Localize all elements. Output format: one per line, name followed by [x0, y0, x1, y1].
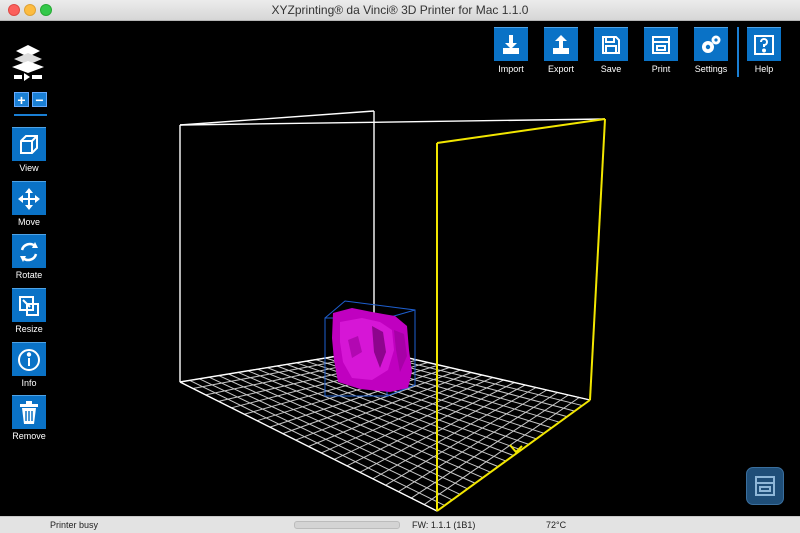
xyzprinting-logo	[12, 45, 44, 81]
view-tool-label: View	[19, 163, 39, 173]
title-bar: XYZprinting® da Vinci® 3D Printer for Ma…	[0, 0, 800, 21]
print-job-button[interactable]	[746, 467, 784, 505]
resize-tool-label: Resize	[15, 324, 43, 334]
info-tool[interactable]: Info	[12, 342, 46, 388]
resize-icon	[12, 288, 46, 322]
info-icon	[12, 342, 46, 376]
import-label: Import	[498, 64, 524, 74]
import-icon	[494, 27, 528, 61]
print-progress-bar	[294, 521, 400, 529]
3d-model[interactable]	[332, 308, 412, 392]
rotate-tool[interactable]: Rotate	[12, 234, 46, 280]
save-button[interactable]: Save	[593, 27, 629, 74]
app-window: XYZprinting® da Vinci® 3D Printer for Ma…	[0, 0, 800, 533]
trash-icon	[12, 395, 46, 429]
remove-tool-label: Remove	[12, 431, 46, 441]
print-button[interactable]: Print	[643, 27, 679, 74]
info-tool-label: Info	[21, 378, 37, 388]
help-icon	[747, 27, 781, 61]
remove-tool[interactable]: Remove	[12, 395, 46, 441]
rotate-icon	[12, 234, 46, 268]
move-tool[interactable]: Move	[12, 181, 46, 227]
settings-button[interactable]: Settings	[693, 27, 729, 74]
export-icon	[544, 27, 578, 61]
3d-viewport[interactable]: + − View Move Rotate Resize Info Remove …	[0, 21, 800, 516]
view-cube-icon	[12, 127, 46, 161]
print-label: Print	[651, 64, 671, 74]
printer-icon	[755, 476, 775, 496]
window-title: XYZprinting® da Vinci® 3D Printer for Ma…	[271, 3, 529, 17]
resize-tool[interactable]: Resize	[12, 288, 46, 334]
export-label: Export	[547, 64, 574, 74]
zoom-out-button[interactable]: −	[32, 92, 47, 107]
build-scene	[179, 110, 606, 512]
import-button[interactable]: Import	[493, 27, 529, 74]
help-button[interactable]: Help	[746, 27, 782, 74]
toolbar-divider	[737, 27, 739, 77]
gear-icon	[694, 27, 728, 61]
save-icon	[594, 27, 628, 61]
help-label: Help	[754, 64, 774, 74]
zoom-in-button[interactable]: +	[14, 92, 29, 107]
move-arrows-icon	[12, 181, 46, 215]
export-button[interactable]: Export	[543, 27, 579, 74]
zoom-divider	[14, 114, 47, 116]
view-tool[interactable]: View	[12, 127, 46, 173]
save-label: Save	[600, 64, 622, 74]
print-icon	[644, 27, 678, 61]
settings-label: Settings	[694, 64, 728, 74]
status-bar: Printer busy FW: 1.1.1 (1B1) 72°C	[0, 516, 800, 533]
build-volume-box	[179, 110, 606, 512]
move-tool-label: Move	[17, 217, 40, 227]
nozzle-temperature: 72°C	[546, 520, 567, 530]
printer-status-text: Printer busy	[50, 520, 99, 530]
rotate-tool-label: Rotate	[15, 270, 43, 280]
firmware-version: FW: 1.1.1 (1B1)	[412, 520, 476, 530]
